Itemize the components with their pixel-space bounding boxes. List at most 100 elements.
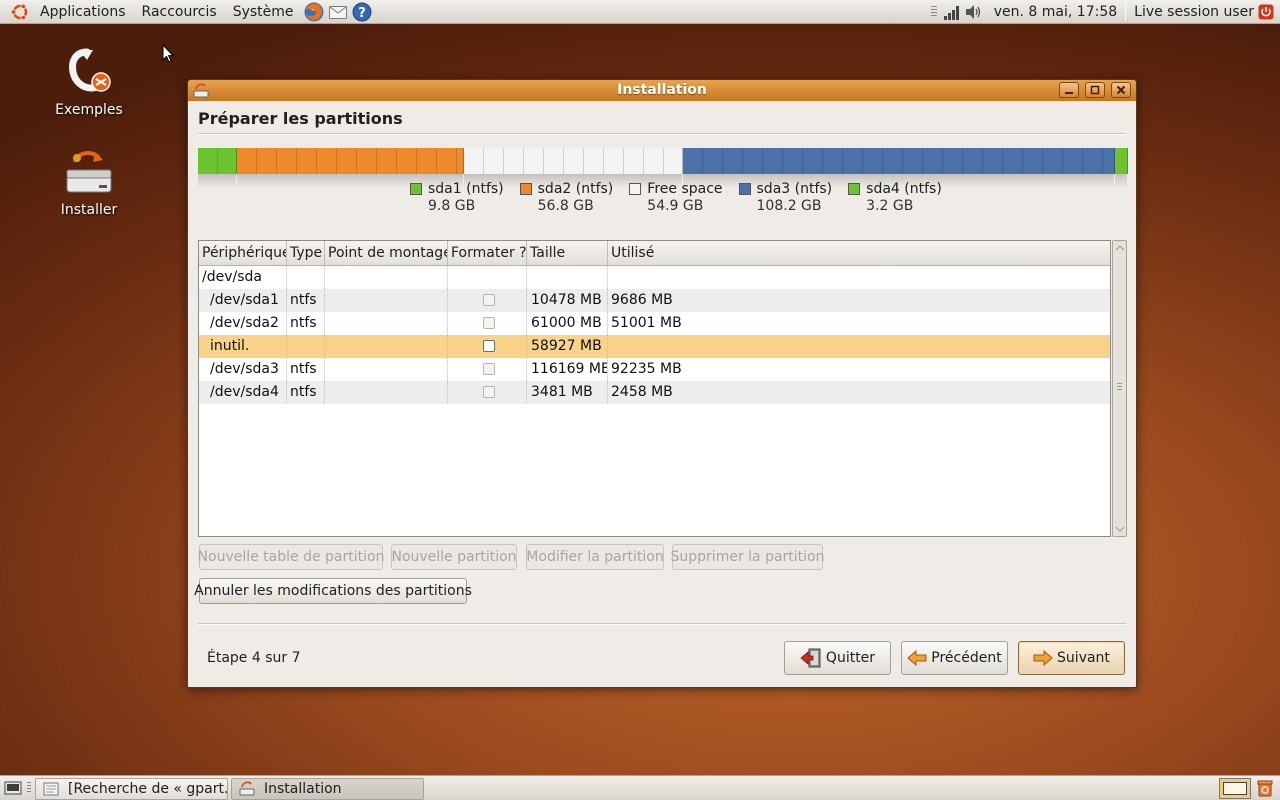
- cell-device: /dev/sda4: [199, 381, 287, 404]
- partition-legend: sda1 (ntfs) 9.8 GB sda2 (ntfs) 56.8 GB Free …: [410, 181, 958, 214]
- cell-used: [608, 335, 1110, 358]
- delete-partition-button[interactable]: Supprimer la partition: [671, 544, 825, 570]
- separator: [198, 133, 1126, 135]
- minimize-button[interactable]: [1059, 82, 1079, 98]
- column-header-mount[interactable]: Point de montage: [325, 241, 448, 265]
- mouse-cursor-icon: [162, 44, 174, 63]
- legend-item: sda2 (ntfs) 56.8 GB: [519, 181, 613, 214]
- partition-table[interactable]: Périphérique Type Point de montage Forma…: [198, 240, 1111, 537]
- maximize-icon: [1090, 85, 1100, 95]
- cell-mount: [325, 381, 448, 404]
- volume-icon[interactable]: [964, 4, 984, 20]
- show-desktop-icon[interactable]: [4, 780, 22, 800]
- window-titlebar[interactable]: Installation: [188, 80, 1136, 101]
- quit-button[interactable]: Quitter: [784, 641, 891, 675]
- new-partition-button[interactable]: Nouvelle partition: [391, 544, 517, 570]
- page-title: Préparer les partitions: [198, 109, 403, 128]
- workspace-switcher[interactable]: [1219, 778, 1251, 799]
- partition-bar-segment: [237, 148, 464, 188]
- table-row[interactable]: /dev/sda2 ntfs 61000 MB 51001 MB: [199, 312, 1110, 335]
- column-header-used[interactable]: Utilisé: [608, 241, 1110, 265]
- close-icon: [1116, 85, 1126, 95]
- legend-size: 56.8 GB: [537, 198, 594, 214]
- format-checkbox[interactable]: [482, 294, 495, 306]
- legend-swatch: [738, 183, 751, 195]
- mail-icon[interactable]: [326, 0, 350, 24]
- taskbar-item-installation[interactable]: Installation: [231, 778, 424, 800]
- legend-name: sda1 (ntfs): [428, 181, 504, 197]
- cell-type: ntfs: [287, 312, 325, 335]
- cell-device: /dev/sda1: [199, 289, 287, 312]
- cell-mount: [325, 335, 448, 358]
- format-checkbox[interactable]: [482, 317, 495, 329]
- menu-applications[interactable]: Applications: [32, 0, 134, 24]
- cell-mount: [325, 289, 448, 312]
- menu-systeme[interactable]: Système: [225, 0, 302, 24]
- cell-device: inutil.: [199, 335, 287, 358]
- desktop-icon-installer[interactable]: Installer: [39, 148, 139, 218]
- help-icon[interactable]: ?: [350, 0, 374, 24]
- installer-small-icon: [239, 781, 255, 796]
- next-button[interactable]: Suivant: [1018, 641, 1125, 675]
- format-checkbox[interactable]: [482, 386, 495, 398]
- cell-size: 116169 MB: [527, 358, 608, 381]
- legend-item: sda4 (ntfs) 3.2 GB: [848, 181, 942, 214]
- column-header-size[interactable]: Taille: [527, 241, 608, 265]
- next-label: Suivant: [1057, 650, 1110, 666]
- handle-icon: [930, 6, 937, 18]
- legend-swatch: [519, 183, 532, 195]
- session-user[interactable]: Live session user: [1126, 4, 1258, 20]
- column-header-device[interactable]: Périphérique: [199, 241, 287, 265]
- format-checkbox[interactable]: [482, 363, 495, 375]
- table-row[interactable]: /dev/sda1 ntfs 10478 MB 9686 MB: [199, 289, 1110, 312]
- bottom-panel: [Recherche de « gpart... Installation: [0, 775, 1280, 800]
- cell-type: [287, 266, 325, 289]
- separator: [198, 623, 1126, 625]
- column-header-type[interactable]: Type: [287, 241, 325, 265]
- edit-partition-button[interactable]: Modifier la partition: [526, 544, 664, 570]
- cell-used: [608, 266, 1110, 289]
- arrow-right-icon: [1033, 649, 1053, 667]
- column-header-format[interactable]: Formater ?: [448, 241, 527, 265]
- table-row[interactable]: /dev/sda: [199, 266, 1110, 289]
- network-signal-icon[interactable]: [943, 3, 961, 21]
- legend-size: 54.9 GB: [647, 198, 704, 214]
- cell-mount: [325, 358, 448, 381]
- clock[interactable]: ven. 8 mai, 17:58: [986, 4, 1125, 20]
- legend-swatch: [410, 183, 422, 195]
- document-icon: [43, 782, 59, 796]
- shutdown-icon[interactable]: [1258, 4, 1274, 20]
- minimize-icon: [1065, 92, 1073, 94]
- new-partition-table-button[interactable]: Nouvelle table de partition: [198, 544, 384, 570]
- table-row[interactable]: /dev/sda3 ntfs 116169 MB 92235 MB: [199, 358, 1110, 381]
- firefox-icon[interactable]: [302, 0, 326, 24]
- maximize-button[interactable]: [1085, 82, 1105, 98]
- desktop-icon-exemples[interactable]: Exemples: [39, 48, 139, 118]
- cell-used: 2458 MB: [611, 384, 673, 400]
- cell-size: 10478 MB: [527, 289, 608, 312]
- scroll-up-icon[interactable]: [1113, 242, 1126, 254]
- taskbar-item-label: Installation: [264, 781, 342, 797]
- legend-name: Free space: [647, 181, 723, 197]
- cell-size: [527, 266, 608, 289]
- trash-icon[interactable]: [1256, 779, 1274, 800]
- workspace-window-icon: [1223, 782, 1247, 795]
- cell-used: 9686 MB: [611, 292, 673, 308]
- step-indicator: Étape 4 sur 7: [207, 650, 301, 666]
- scroll-down-icon[interactable]: [1113, 523, 1126, 535]
- legend-item: sda1 (ntfs) 9.8 GB: [410, 181, 504, 214]
- format-checkbox[interactable]: [482, 340, 495, 352]
- quit-label: Quitter: [825, 650, 876, 666]
- ubuntu-logo-icon[interactable]: [8, 0, 32, 24]
- table-row[interactable]: inutil. 58927 MB: [199, 335, 1110, 358]
- menu-raccourcis[interactable]: Raccourcis: [134, 0, 225, 24]
- table-scrollbar[interactable]: [1112, 240, 1127, 537]
- table-row[interactable]: /dev/sda4 ntfs 3481 MB 2458 MB: [199, 381, 1110, 404]
- back-button[interactable]: Précédent: [901, 641, 1008, 675]
- cell-device: /dev/sda2: [199, 312, 287, 335]
- cell-type: ntfs: [287, 358, 325, 381]
- cell-format: [448, 312, 527, 335]
- taskbar-item-search[interactable]: [Recherche de « gpart...: [35, 778, 228, 800]
- close-button[interactable]: [1111, 82, 1131, 98]
- revert-partitions-button[interactable]: Annuler les modifications des partitions: [194, 578, 472, 604]
